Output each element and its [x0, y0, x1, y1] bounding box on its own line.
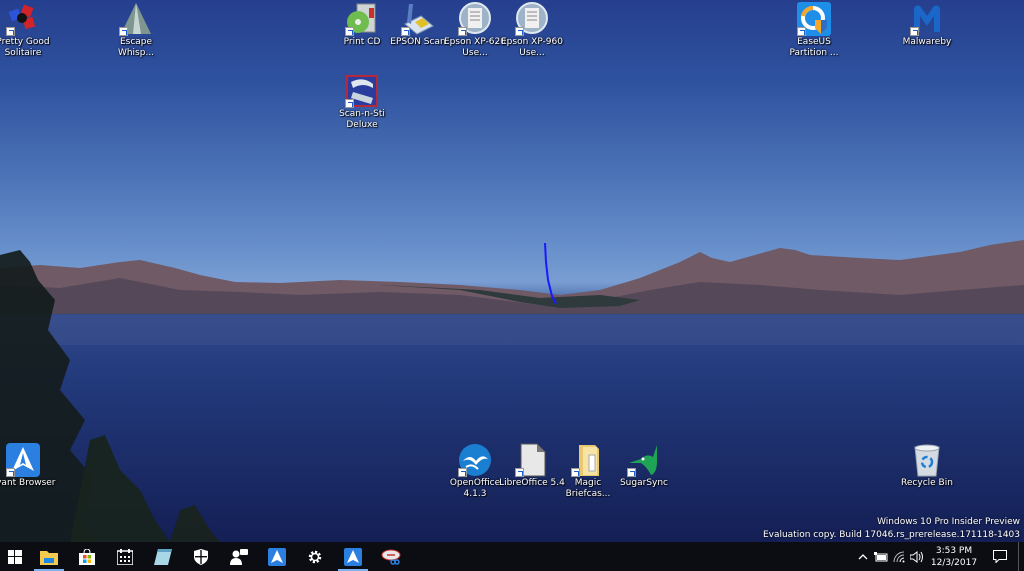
battery-icon[interactable] — [872, 542, 890, 571]
scan-stitch-icon — [345, 74, 379, 108]
scissors-icon — [381, 549, 401, 565]
windows-logo-icon — [8, 549, 22, 564]
recycle-bin-icon — [910, 443, 944, 477]
avant-icon — [268, 547, 286, 566]
icon-label: EaseUS Partition ... — [789, 37, 839, 58]
people-icon — [230, 548, 248, 565]
wifi-icon[interactable] — [890, 542, 908, 571]
volume-icon[interactable] — [908, 542, 926, 571]
calendar-icon — [117, 548, 133, 565]
folder-icon — [40, 550, 58, 565]
desktop-icon-recycle-bin[interactable]: Recycle Bin — [892, 443, 962, 489]
cards-icon — [6, 2, 40, 36]
hummingbird-icon — [627, 443, 661, 477]
icon-label: Recycle Bin — [901, 478, 953, 488]
shield-icon — [194, 548, 208, 565]
icon-label: Epson XP-960 Use... — [501, 37, 563, 58]
windows-watermark: Windows 10 Pro Insider Preview Evaluatio… — [763, 516, 1020, 542]
avant-icon — [6, 443, 40, 477]
mountain-icon — [119, 2, 153, 36]
taskbar-people[interactable] — [220, 542, 258, 571]
malwarebytes-icon — [910, 2, 944, 36]
taskbar-avant-browser-2[interactable] — [334, 542, 372, 571]
notification-icon — [993, 550, 1007, 563]
action-center-button[interactable] — [982, 542, 1018, 571]
start-button[interactable] — [0, 542, 30, 571]
taskbar-file-explorer[interactable] — [30, 542, 68, 571]
chevron-up-icon[interactable] — [854, 542, 872, 571]
taskbar-snipping-tool[interactable] — [372, 542, 410, 571]
desktop-icon-easeus-partition[interactable]: EaseUS Partition ... — [779, 2, 849, 59]
desktop-icon-sugarsync[interactable]: SugarSync — [609, 443, 679, 489]
icon-label: Malwareby — [902, 37, 952, 47]
clock[interactable]: 3:53 PM 12/3/2017 — [926, 545, 982, 569]
icon-label: Scan-n-Sti Deluxe — [339, 109, 385, 130]
clock-time: 3:53 PM — [935, 545, 973, 556]
desktop-icon-escape-whisper[interactable]: Escape Whisp... — [101, 2, 171, 59]
taskbar-calendar[interactable] — [106, 542, 144, 571]
show-desktop-button[interactable] — [1018, 542, 1024, 571]
icon-label: Avant Browser — [0, 478, 56, 488]
desktop-icon-scan-n-stitch[interactable]: Scan-n-Sti Deluxe — [327, 74, 397, 131]
libreoffice-icon — [515, 443, 549, 477]
taskbar: 3:53 PM 12/3/2017 — [0, 542, 1024, 571]
document-icon — [458, 2, 492, 36]
taskbar-avant-browser[interactable] — [258, 542, 296, 571]
desktop-icon-epson-xp960[interactable]: Epson XP-960 Use... — [497, 2, 567, 59]
desktop-icon-avant-browser[interactable]: Avant Browser — [0, 443, 58, 489]
document-icon — [515, 2, 549, 36]
taskbar-notepad[interactable] — [144, 542, 182, 571]
notepad-icon — [154, 548, 172, 565]
gear-icon — [308, 550, 322, 563]
desktop-icon-malwarebytes[interactable]: Malwareby — [892, 2, 962, 48]
store-bag-icon — [79, 548, 95, 565]
easeus-icon — [797, 2, 831, 36]
taskbar-store[interactable] — [68, 542, 106, 571]
system-tray: 3:53 PM 12/3/2017 — [854, 542, 1024, 571]
folder-icon — [571, 443, 605, 477]
icon-label: Escape Whisp... — [117, 37, 155, 58]
scanner-icon — [401, 2, 435, 36]
watermark-edition: Windows 10 Pro Insider Preview — [877, 517, 1020, 527]
icon-label: Pretty Good Solitaire — [0, 37, 50, 58]
taskbar-windows-defender[interactable] — [182, 542, 220, 571]
avant-icon — [344, 547, 362, 566]
taskbar-settings[interactable] — [296, 542, 334, 571]
desktop-icon-pretty-good-solitaire[interactable]: Pretty Good Solitaire — [0, 2, 58, 59]
openoffice-icon — [458, 443, 492, 477]
cd-icon — [345, 2, 379, 36]
watermark-build: Evaluation copy. Build 17046.rs_prerelea… — [762, 530, 1020, 540]
icon-label: SugarSync — [619, 478, 669, 488]
desktop[interactable]: Pretty Good Solitaire Escape Whisp... Pr… — [0, 0, 1024, 542]
clock-date: 12/3/2017 — [930, 557, 978, 568]
